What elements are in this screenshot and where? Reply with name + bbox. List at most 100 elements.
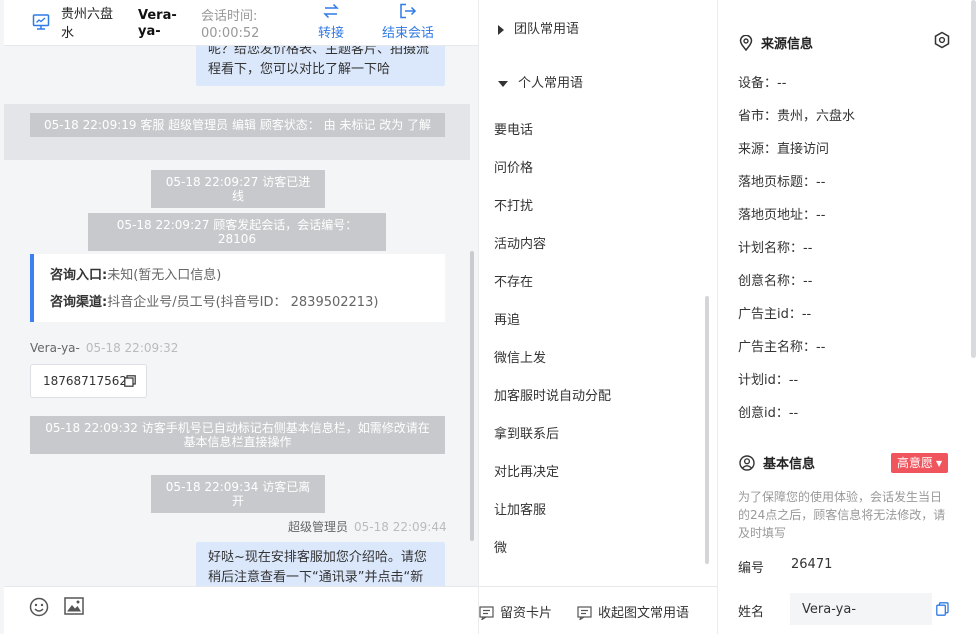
lead-card-button[interactable]: 留资卡片	[479, 602, 552, 621]
common-phrases-panel: 团队常用语 个人常用语 要电话 问价格 不打扰 活动内容 不存在 再追 微信上发…	[478, 0, 718, 634]
collapse-phrases-label: 收起图文常用语	[598, 606, 690, 621]
consult-channel: 咨询渠道:抖音企业号/员工号(抖音号ID： 2839502213)	[50, 289, 445, 316]
info-panel-scrollbar[interactable]	[971, 0, 976, 358]
phrase-item[interactable]: 不打扰	[494, 195, 533, 214]
name-input[interactable]	[790, 593, 932, 625]
consult-channel-label: 咨询渠道:	[50, 295, 108, 310]
visitor-name: Vera-ya-	[138, 8, 177, 39]
chat-header: 贵州六盘水 Vera-ya- 会话时间: 00:00:52 转接 结束会话	[4, 0, 478, 46]
copy-icon[interactable]	[124, 375, 136, 387]
phrase-item[interactable]: 要电话	[494, 119, 533, 138]
id-value: 26471	[791, 557, 833, 572]
source-info-title: 来源信息	[739, 33, 813, 52]
chat-panel: 贵州六盘水 Vera-ya- 会话时间: 00:00:52 转接 结束会话 呢？…	[0, 0, 478, 634]
phrase-list[interactable]: 要电话 问价格 不打扰 活动内容 不存在 再追 微信上发 加客服时说自动分配 拿…	[479, 90, 718, 564]
chat-scrollbar[interactable]	[470, 251, 474, 541]
group-label: 个人常用语	[518, 76, 584, 91]
source-row-source: 来源：直接访问	[738, 142, 830, 157]
system-message: 05-18 22:09:34 访客已离开	[151, 475, 325, 513]
sender-name: Vera-ya-	[30, 341, 80, 355]
phrase-item[interactable]: 微信上发	[494, 347, 546, 366]
phrase-item[interactable]: 活动内容	[494, 233, 546, 252]
phrase-item[interactable]: 对比再决定	[494, 461, 559, 480]
edit-deadline-note: 为了保障您的使用体验，会话发生当日的24点之后，顾客信息将无法修改，请及时填写	[738, 490, 946, 540]
chat-toolbar	[4, 586, 478, 634]
transfer-button[interactable]: 转接	[301, 3, 361, 43]
transfer-icon	[323, 3, 339, 19]
card-icon	[479, 606, 494, 621]
source-row-plan-name: 计划名称：--	[738, 241, 813, 256]
intent-level-dropdown[interactable]: 高意愿 ▼	[891, 453, 949, 473]
sender-time: 05-18 22:09:44	[354, 520, 447, 534]
user-circle-icon	[739, 455, 755, 471]
visitor-location: 贵州六盘水	[61, 7, 114, 41]
lead-card-label: 留资卡片	[500, 606, 553, 621]
agent-message-bubble: 呢？给您发价格表、主题客片、拍摄流程看下，您可以对比了解一下哈	[196, 46, 445, 86]
emoji-icon[interactable]	[29, 597, 49, 617]
system-message: 05-18 22:09:19 客服 超级管理员 编辑 顾客状态： 由 未标记 改…	[30, 113, 445, 137]
source-info-label: 来源信息	[761, 37, 814, 52]
phone-number: 18768717562	[43, 374, 127, 388]
source-row-creative-name: 创意名称：--	[738, 274, 813, 289]
intent-level-label: 高意愿	[897, 456, 934, 470]
name-label: 姓名	[738, 605, 765, 620]
end-session-label: 结束会话	[381, 26, 434, 41]
phrase-item[interactable]: 不存在	[494, 271, 533, 290]
phrase-toolbar: 留资卡片 收起图文常用语	[479, 586, 718, 634]
phrase-item[interactable]: 加客服时说自动分配	[494, 385, 611, 404]
copy-icon[interactable]	[936, 602, 949, 616]
exit-icon	[400, 3, 417, 19]
visitor-message-meta: Vera-ya- 05-18 22:09:32	[30, 341, 178, 355]
source-row-device: 设备：--	[738, 76, 787, 91]
phrase-item[interactable]: 再追	[494, 309, 520, 328]
collapse-icon	[577, 606, 592, 621]
transfer-label: 转接	[317, 26, 344, 41]
phrase-item[interactable]: 让加客服	[494, 499, 546, 518]
system-message: 05-18 22:09:32 访客手机号已自动标记右侧基本信息栏，如需修改请在基…	[30, 416, 445, 454]
source-row-landing-title: 落地页标题：--	[738, 175, 826, 190]
message-text: 呢？给您发价格表、主题客片、拍摄流程看下，您可以对比了解一下哈	[208, 46, 430, 77]
phrase-item[interactable]: 拿到联系后	[494, 423, 559, 442]
system-message: 05-18 22:09:27 访客已进线	[151, 170, 325, 208]
visitor-info-panel: 来源信息 设备：-- 省市：贵州，六盘水 来源：直接访问 落地页标题：-- 落地…	[717, 0, 977, 634]
consult-channel-value: 抖音企业号/员工号(抖音号ID： 2839502213)	[107, 295, 379, 310]
consult-entry: 咨询入口:未知(暂无入口信息)	[50, 262, 445, 289]
visitor-phone-message[interactable]: 18768717562	[30, 364, 147, 398]
source-row-plan-id: 计划id：--	[738, 373, 799, 388]
end-session-button[interactable]: 结束会话	[378, 3, 438, 43]
agent-message-bubble: 好哒~现在安排客服加您介绍哈。请您稍后注意查看一下“通讯录”并点击“新的	[196, 542, 445, 586]
source-row-advertiser-name: 广告主名称：--	[738, 340, 826, 355]
id-label: 编号	[738, 561, 765, 576]
source-row-creative-id: 创意id：--	[738, 406, 799, 421]
sender-time: 05-18 22:09:32	[85, 341, 179, 355]
session-time-value: 00:00:52	[201, 26, 260, 41]
consult-info-card: 咨询入口:未知(暂无入口信息) 咨询渠道:抖音企业号/员工号(抖音号ID： 28…	[30, 254, 445, 322]
phrase-item[interactable]: 微	[494, 537, 507, 556]
group-team-phrases[interactable]: 团队常用语	[498, 18, 579, 37]
collapse-phrases-button[interactable]: 收起图文常用语	[577, 602, 689, 621]
app-root: 贵州六盘水 Vera-ya- 会话时间: 00:00:52 转接 结束会话 呢？…	[0, 0, 977, 634]
phrase-item[interactable]: 问价格	[494, 157, 533, 176]
source-row-landing-url: 落地页地址：--	[738, 208, 826, 223]
session-time-label: 会话时间:	[201, 9, 258, 24]
caret-down-icon	[498, 80, 508, 87]
source-row-region: 省市：贵州，六盘水	[738, 109, 856, 124]
sender-name: 超级管理员	[288, 520, 349, 534]
monitor-icon	[32, 14, 50, 30]
message-list[interactable]: 呢？给您发价格表、主题客片、拍摄流程看下，您可以对比了解一下哈 05-18 22…	[4, 46, 478, 586]
caret-right-icon	[498, 24, 504, 35]
system-message: 05-18 22:09:27 顾客发起会话，会话编号：28106	[88, 213, 386, 251]
consult-entry-label: 咨询入口:	[50, 268, 108, 283]
phrase-scrollbar[interactable]	[705, 296, 709, 564]
consult-entry-value: 未知(暂无入口信息)	[107, 268, 222, 283]
settings-hex-icon[interactable]	[933, 31, 951, 49]
agent-message-meta: 超级管理员 05-18 22:09:44	[288, 518, 447, 535]
source-row-advertiser-id: 广告主id：--	[738, 307, 812, 322]
caret-down-icon: ▼	[936, 459, 943, 468]
group-personal-phrases[interactable]: 个人常用语	[498, 72, 583, 91]
location-pin-icon	[739, 34, 753, 52]
basic-info-title: 基本信息	[739, 453, 815, 472]
group-label: 团队常用语	[514, 22, 580, 37]
image-icon[interactable]	[64, 597, 84, 615]
message-text: 好哒~现在安排客服加您介绍哈。请您稍后注意查看一下“通讯录”并点击“新的	[208, 550, 427, 585]
